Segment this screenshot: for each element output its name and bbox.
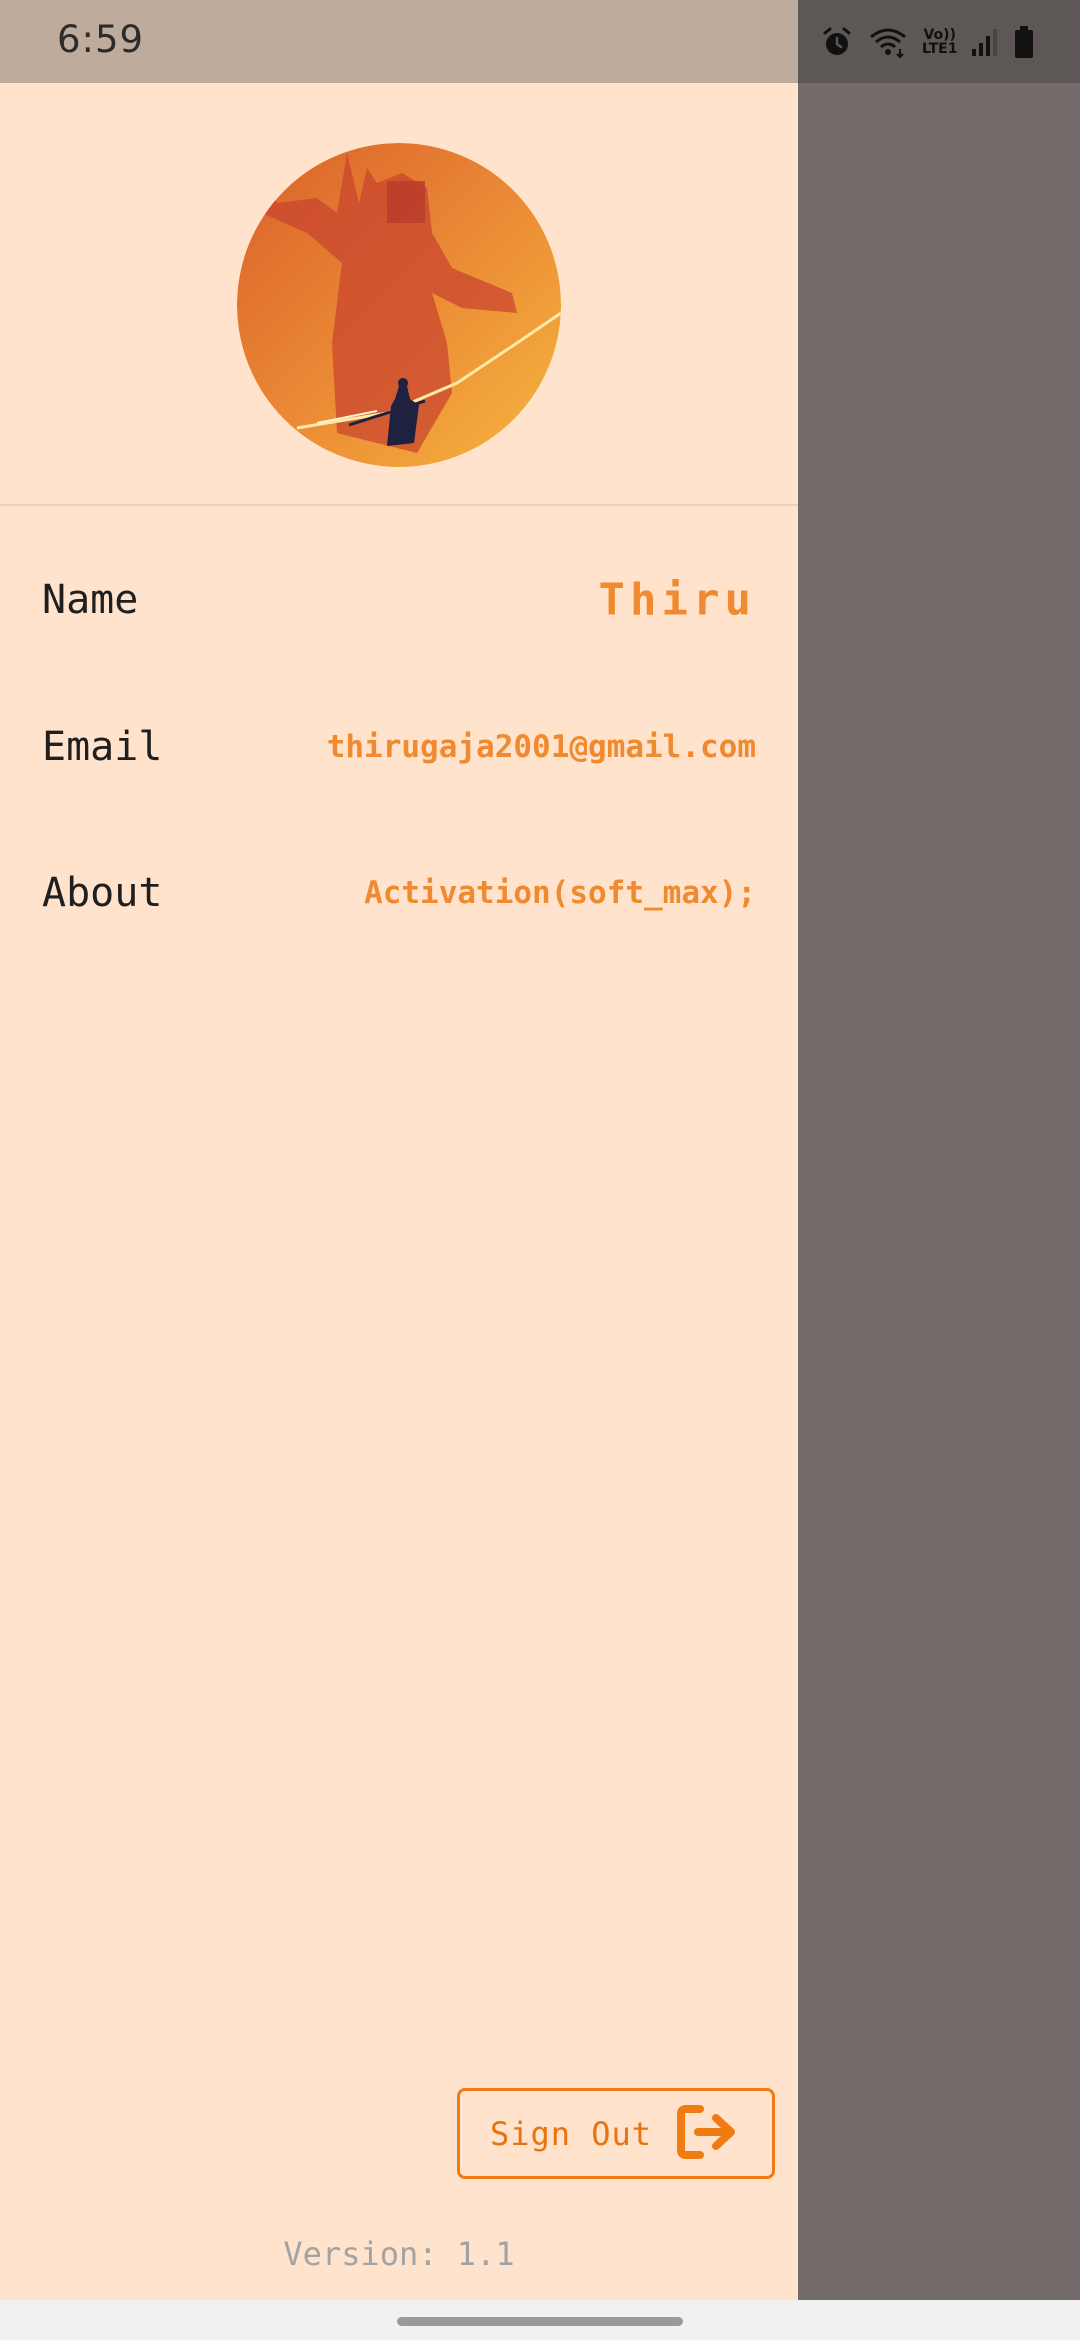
drawer-scrim[interactable] bbox=[798, 83, 1080, 2300]
version-label: Version: 1.1 bbox=[283, 2235, 515, 2273]
volte-label: Vo)) bbox=[923, 27, 956, 43]
status-time: 6:59 bbox=[57, 18, 145, 61]
home-gesture-handle[interactable] bbox=[397, 2317, 683, 2326]
alarm-icon bbox=[820, 25, 854, 59]
email-row: Email thirugaja2001@gmail.com bbox=[42, 707, 756, 787]
about-value: Activation(soft_max); bbox=[364, 875, 756, 911]
navigation-bar bbox=[0, 2300, 1080, 2340]
about-label: About bbox=[42, 870, 163, 916]
avatar bbox=[237, 143, 561, 467]
wifi-icon bbox=[868, 25, 908, 59]
profile-drawer: Name Thiru Email thirugaja2001@gmail.com… bbox=[0, 83, 798, 2300]
header-divider bbox=[0, 504, 798, 506]
name-row: Name Thiru bbox=[42, 560, 756, 640]
name-label: Name bbox=[42, 577, 139, 623]
status-icons: Vo)) LTE1 bbox=[820, 22, 1035, 62]
sign-out-label: Sign Out bbox=[489, 2114, 653, 2153]
sign-out-button[interactable]: Sign Out bbox=[457, 2088, 775, 2179]
signal-icon bbox=[971, 27, 999, 57]
status-bar: 6:59 Vo)) LTE1 bbox=[0, 0, 1080, 83]
email-label: Email bbox=[42, 724, 163, 770]
email-value: thirugaja2001@gmail.com bbox=[326, 729, 756, 765]
about-row: About Activation(soft_max); bbox=[42, 853, 756, 933]
name-value: Thiru bbox=[598, 574, 756, 626]
avatar-image bbox=[237, 143, 561, 467]
network-type-label: Vo)) LTE1 bbox=[922, 28, 957, 56]
battery-icon bbox=[1013, 25, 1035, 59]
lte-label: LTE1 bbox=[922, 41, 958, 57]
sign-out-icon bbox=[676, 2104, 742, 2164]
